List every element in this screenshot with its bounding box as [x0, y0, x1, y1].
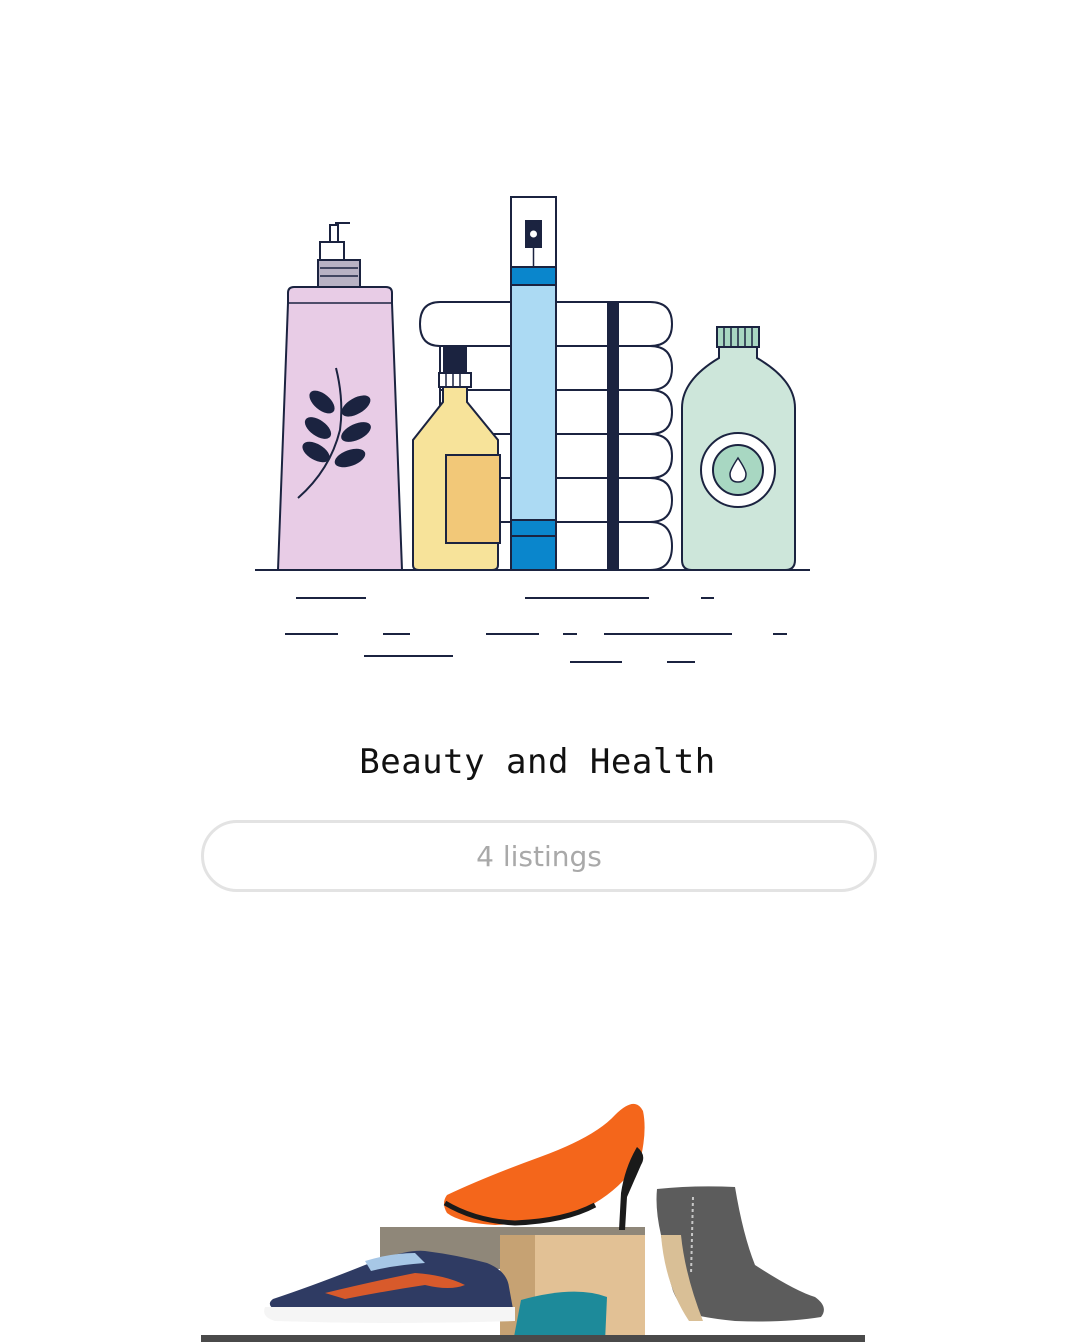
teal-item-icon	[513, 1291, 607, 1342]
ankle-boot-icon	[656, 1186, 824, 1322]
pump-bottle-icon	[276, 222, 404, 571]
shelf-lines	[255, 569, 810, 663]
category-title[interactable]: Beauty and Health	[0, 742, 1075, 782]
high-heel-icon	[443, 1103, 645, 1230]
shoes-illustration	[201, 1103, 865, 1342]
beauty-products-illustration	[255, 196, 810, 663]
listings-count-button[interactable]: 4 listings	[201, 820, 877, 892]
sneaker-icon	[264, 1250, 515, 1323]
spray-bottle-icon	[510, 196, 557, 571]
shelf-bar	[201, 1335, 865, 1342]
lotion-bottle-icon	[681, 326, 796, 571]
listings-count-label: 4 listings	[476, 839, 602, 873]
